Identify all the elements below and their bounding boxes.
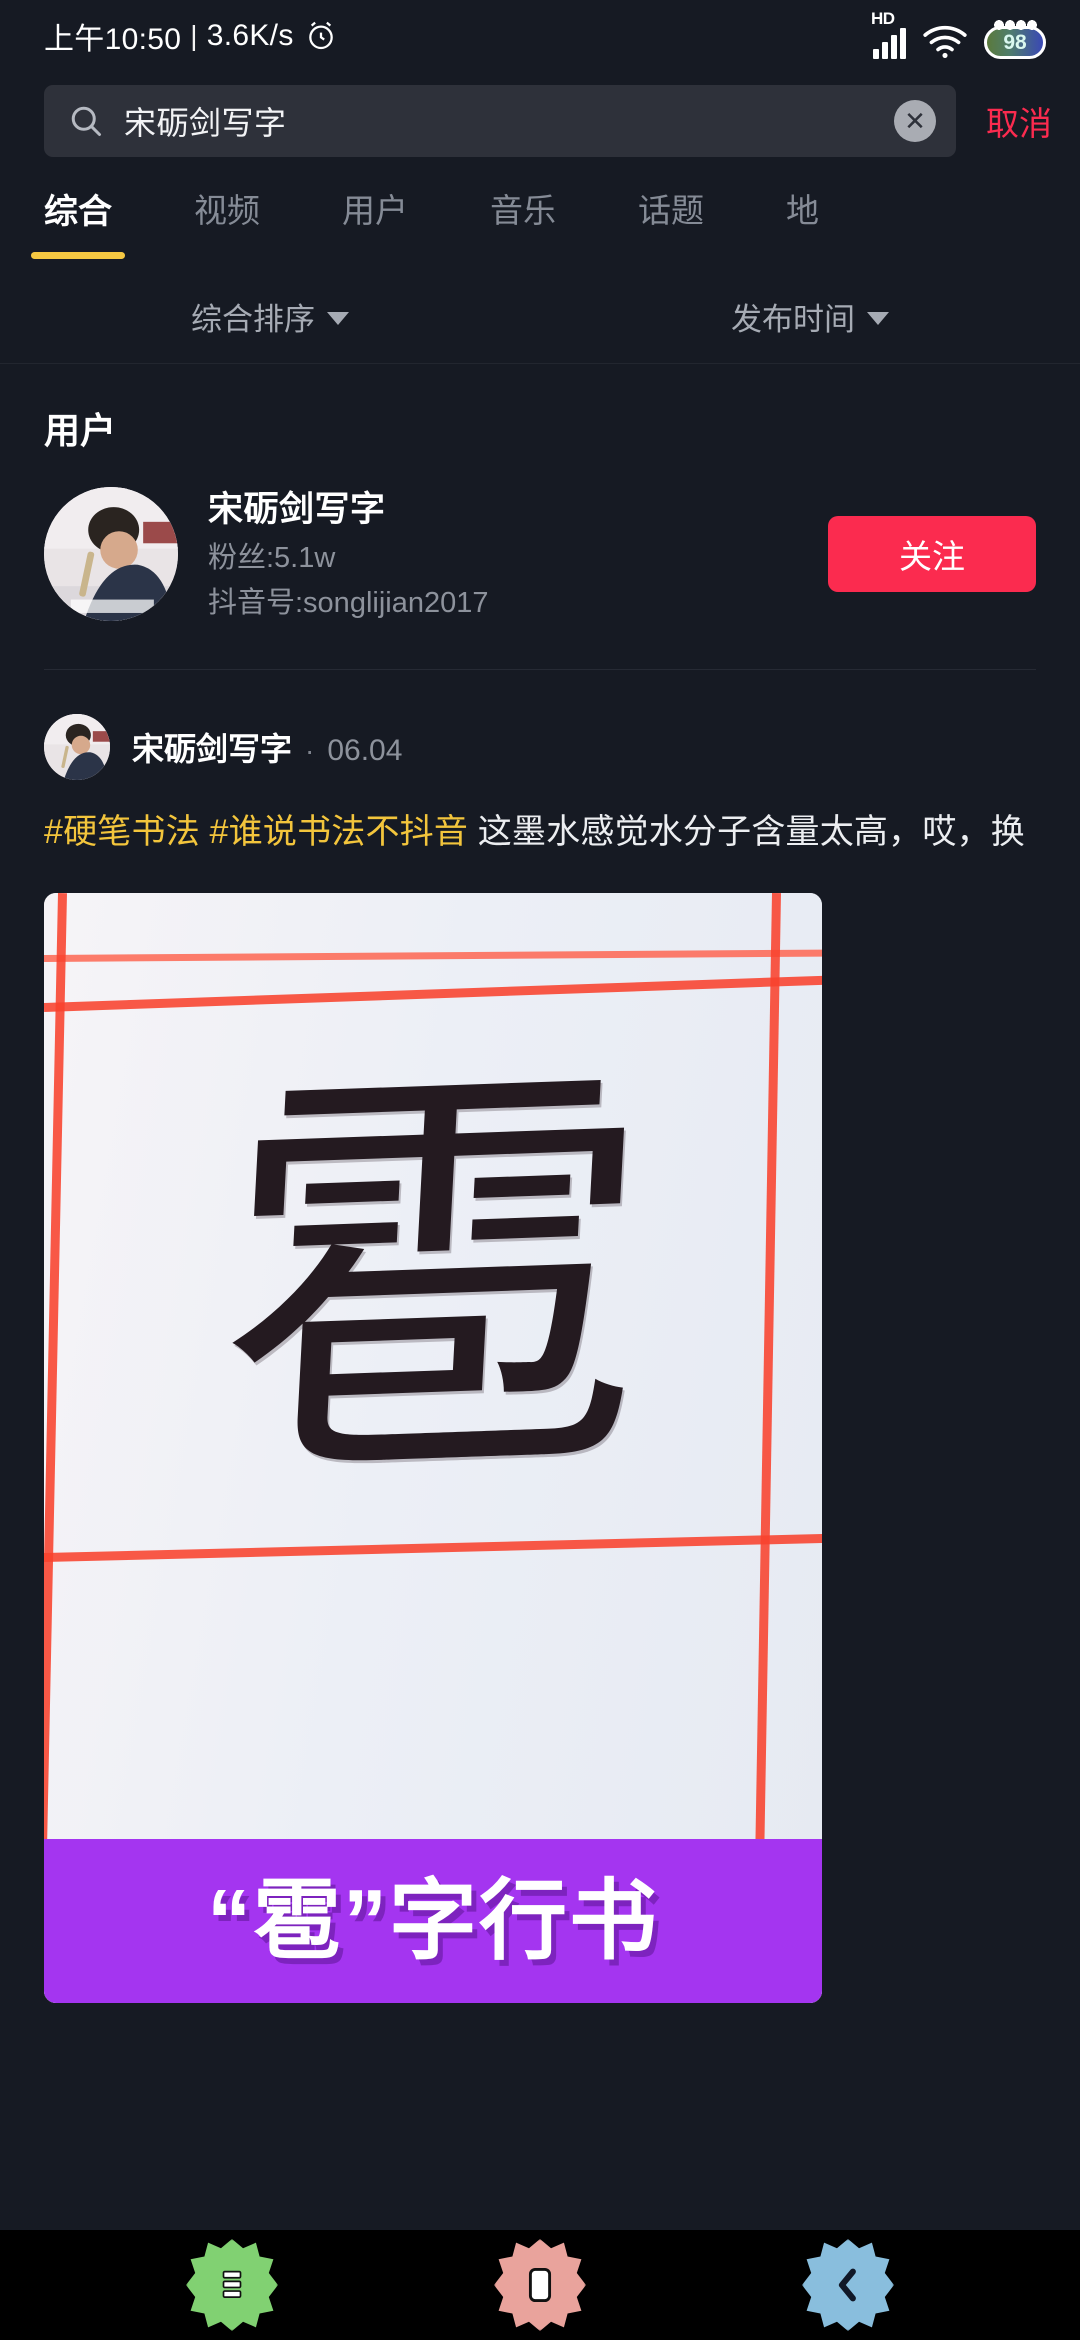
sort-comprehensive-dropdown[interactable]: 综合排序 bbox=[0, 294, 540, 339]
post-hashtags[interactable]: #硬笔书法 #谁说书法不抖音 bbox=[44, 813, 468, 851]
battery-icon: 98 bbox=[984, 19, 1046, 59]
post-caption-text: 这墨水感觉水分子含量太高，哎，换 bbox=[468, 812, 1025, 851]
post-author-name: 宋砺剑写字 bbox=[132, 730, 293, 767]
tab-topic[interactable]: 话题 bbox=[638, 170, 704, 232]
wifi-icon bbox=[923, 25, 967, 59]
chevron-down-icon bbox=[327, 312, 349, 325]
recents-icon-glyph bbox=[222, 2270, 242, 2298]
battery-level: 98 bbox=[1003, 30, 1027, 54]
hd-label: HD bbox=[871, 8, 895, 28]
sort-publish-time-label: 发布时间 bbox=[731, 302, 855, 337]
search-bar: 宋砺剑写字 ✕ 取消 bbox=[0, 72, 1080, 170]
post-author-avatar-image bbox=[44, 713, 110, 780]
filter-bar: 综合排序 发布时间 bbox=[0, 270, 1080, 364]
user-douyin-id: 抖音号:songlijian2017 bbox=[208, 586, 489, 619]
tab-comprehensive[interactable]: 综合 bbox=[44, 170, 112, 233]
post-date: 06.04 bbox=[327, 733, 403, 767]
tab-location[interactable]: 地 bbox=[786, 170, 819, 232]
user-name: 宋砺剑写字 bbox=[208, 490, 386, 529]
post-header: 宋砺剑写字 · 06.04 bbox=[44, 713, 1036, 780]
search-query-text: 宋砺剑写字 bbox=[124, 105, 287, 141]
home-icon-glyph bbox=[528, 2267, 552, 2303]
chevron-down-icon bbox=[867, 312, 889, 325]
status-separator: | bbox=[190, 20, 198, 51]
tab-music[interactable]: 音乐 bbox=[490, 170, 556, 232]
tab-video[interactable]: 视频 bbox=[194, 170, 260, 232]
home-icon[interactable] bbox=[494, 2239, 586, 2331]
section-title-users: 用户 bbox=[44, 410, 117, 451]
signal-bars bbox=[873, 27, 906, 59]
status-time: 上午10:50 bbox=[44, 23, 182, 56]
status-bar-left: 上午10:50 | 3.6K/s bbox=[44, 14, 337, 58]
user-info: 宋砺剑写字 粉丝:5.1w 抖音号:songlijian2017 bbox=[208, 486, 798, 623]
status-bar: 上午10:50 | 3.6K/s HD 98 bbox=[0, 0, 1080, 72]
search-input[interactable]: 宋砺剑写字 ✕ bbox=[44, 85, 956, 157]
avatar-image bbox=[44, 487, 178, 622]
search-result-tabs: 综合 视频 用户 音乐 话题 地 bbox=[0, 170, 1080, 270]
avatar[interactable] bbox=[44, 487, 178, 622]
sort-comprehensive-label: 综合排序 bbox=[191, 302, 315, 337]
calligraphy-character: 雹 bbox=[204, 1026, 662, 1541]
signal-bars-icon: HD bbox=[871, 9, 906, 59]
post-result-card[interactable]: 宋砺剑写字 · 06.04 #硬笔书法 #谁说书法不抖音 这墨水感觉水分子含量太… bbox=[0, 670, 1080, 2004]
back-icon-glyph bbox=[838, 2268, 856, 2302]
follow-button[interactable]: 关注 bbox=[828, 516, 1036, 593]
user-result-card[interactable]: 宋砺剑写字 粉丝:5.1w 抖音号:songlijian2017 关注 bbox=[0, 454, 1080, 623]
sort-publish-time-dropdown[interactable]: 发布时间 bbox=[540, 294, 1080, 339]
user-followers: 粉丝:5.1w bbox=[208, 541, 336, 574]
post-author-avatar[interactable] bbox=[44, 713, 110, 780]
network-speed: 3.6K/s bbox=[206, 19, 294, 52]
cancel-button[interactable]: 取消 bbox=[982, 97, 1052, 145]
tab-user[interactable]: 用户 bbox=[342, 170, 408, 232]
back-icon[interactable] bbox=[802, 2239, 894, 2331]
system-navigation-bar bbox=[0, 2230, 1080, 2340]
post-caption[interactable]: #硬笔书法 #谁说书法不抖音 这墨水感觉水分子含量太高，哎，换 bbox=[44, 810, 1036, 856]
results-scroll-area[interactable]: 用户 宋砺剑写字 粉丝:5.1w 抖音号:songlijian2017 关注 宋… bbox=[0, 364, 1080, 2230]
post-thumbnail[interactable]: 雹 “雹”字行书 bbox=[44, 893, 822, 2004]
post-meta: 宋砺剑写字 · 06.04 bbox=[132, 724, 402, 770]
alarm-clock-icon bbox=[305, 20, 337, 52]
app-screen: 上午10:50 | 3.6K/s HD 98 宋砺剑写字 ✕ 取消 综合 视频 … bbox=[0, 0, 1080, 2340]
thumbnail-caption-banner: “雹”字行书 bbox=[44, 1839, 822, 2004]
recents-icon[interactable] bbox=[186, 2239, 278, 2331]
thumbnail-caption-text: “雹”字行书 bbox=[206, 1871, 659, 1971]
search-icon bbox=[68, 103, 104, 139]
clear-search-icon[interactable]: ✕ bbox=[894, 100, 936, 142]
post-meta-separator: · bbox=[305, 734, 315, 766]
status-bar-right: HD 98 bbox=[871, 9, 1046, 59]
